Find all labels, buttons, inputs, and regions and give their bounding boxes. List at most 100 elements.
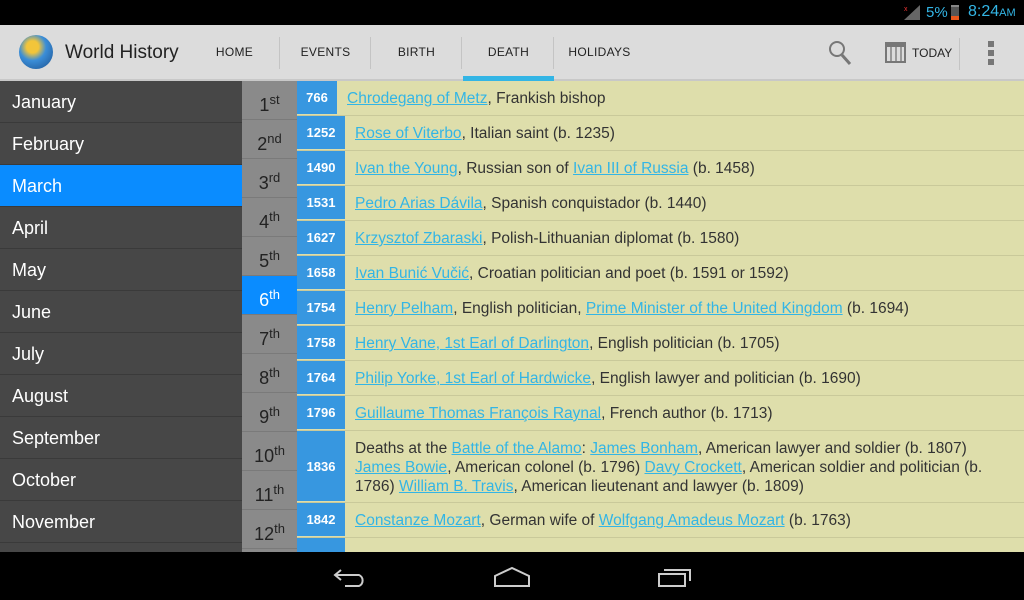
entry-link[interactable]: Wolfgang Amadeus Mozart (599, 512, 785, 529)
day-suffix: th (269, 248, 280, 263)
entry-link[interactable]: Ivan III of Russia (573, 160, 688, 177)
year-badge: 1836 (297, 431, 345, 502)
entry-text-segment: Deaths at the (355, 440, 452, 457)
month-item[interactable]: February (0, 123, 242, 165)
year-badge: 1531 (297, 186, 345, 220)
month-item[interactable]: January (0, 81, 242, 123)
month-item[interactable]: May (0, 249, 242, 291)
entry-link[interactable]: Pedro Arias Dávila (355, 195, 483, 212)
tab-holidays[interactable]: HOLIDAYS (554, 25, 645, 80)
entry-text-segment: , English politician (b. 1705) (589, 335, 780, 352)
death-list[interactable]: 766 Chrodegang of Metz, Frankish bishop 12… (297, 81, 1024, 552)
entry-text: Constanze Mozart, German wife of Wolfgan… (355, 511, 1004, 530)
recent-apps-icon[interactable] (657, 566, 693, 588)
entry-link[interactable]: Chrodegang of Metz (347, 90, 487, 107)
entry-link[interactable]: James Bonham (590, 440, 698, 457)
entry-text-segment: (b. 1694) (842, 300, 909, 317)
entry-link[interactable]: Henry Vane, 1st Earl of Darlington (355, 335, 589, 352)
entry-text-segment: (b. 1458) (688, 160, 755, 177)
entry-link[interactable]: Ivan the Young (355, 160, 458, 177)
list-item: 1490 Ivan the Young, Russian son of Ivan … (297, 151, 1024, 186)
year-badge (297, 538, 345, 552)
day-item[interactable]: 9th (242, 393, 297, 432)
tab-death[interactable]: DEATH (463, 25, 554, 81)
day-item[interactable]: 2nd (242, 120, 297, 159)
month-item[interactable]: November (0, 501, 242, 543)
day-number: 5 (259, 251, 270, 271)
entry-link[interactable]: Krzysztof Zbaraski (355, 230, 482, 247)
day-item[interactable]: 3rd (242, 159, 297, 198)
entry-link[interactable]: Constanze Mozart (355, 512, 481, 529)
day-suffix: th (273, 482, 285, 497)
entry-link[interactable]: Rose of Viterbo (355, 125, 462, 142)
overflow-menu-icon[interactable] (988, 41, 994, 68)
clock: 8:24AM (968, 3, 1016, 21)
status-bar: x 5% 8:24AM (0, 0, 1024, 25)
list-item: 1531 Pedro Arias Dávila, Spanish conquist… (297, 186, 1024, 221)
home-icon[interactable] (493, 566, 531, 588)
day-suffix: th (274, 443, 285, 458)
list-item: 1627 Krzysztof Zbaraski, Polish-Lithuania… (297, 221, 1024, 256)
entry-text-segment: , American lawyer and soldier (b. 1807) (697, 440, 967, 457)
app-title: World History (65, 42, 179, 63)
month-item[interactable]: March (0, 165, 242, 207)
entry-text: Henry Vane, 1st Earl of Darlington, Engl… (355, 334, 1004, 353)
day-item[interactable]: 10th (242, 432, 297, 471)
day-item[interactable]: 7th (242, 315, 297, 354)
day-item[interactable]: 6th (242, 276, 297, 315)
year-badge: 1758 (297, 326, 345, 360)
day-number: 6 (259, 290, 270, 310)
entry-link[interactable]: James Bowie (355, 459, 447, 476)
entry-link[interactable]: Davy Crockett (645, 459, 742, 476)
battery-percent: 5% (926, 4, 948, 21)
month-item[interactable]: August (0, 375, 242, 417)
month-item[interactable]: September (0, 417, 242, 459)
back-icon[interactable] (333, 566, 367, 588)
entry-text: Chrodegang of Metz, Frankish bishop (347, 89, 1004, 108)
action-bar: World History HOME EVENTS BIRTH DEATH HO… (0, 25, 1024, 81)
day-item[interactable]: 8th (242, 354, 297, 393)
search-icon[interactable] (828, 40, 852, 66)
entry-text: Philip Yorke, 1st Earl of Hardwicke, Eng… (355, 369, 1004, 388)
entry-text: Krzysztof Zbaraski, Polish-Lithuanian di… (355, 229, 1004, 248)
day-item[interactable]: 5th (242, 237, 297, 276)
list-item-partial (297, 538, 1024, 552)
day-item[interactable]: 12th (242, 510, 297, 549)
list-item: 1758 Henry Vane, 1st Earl of Darlington, … (297, 326, 1024, 361)
svg-text:x: x (904, 6, 908, 13)
entry-text: Rose of Viterbo, Italian saint (b. 1235) (355, 124, 1004, 143)
day-item[interactable]: 1st (242, 81, 297, 120)
app-logo-icon[interactable] (19, 35, 53, 69)
tab-birth[interactable]: BIRTH (371, 25, 462, 80)
month-item[interactable]: April (0, 207, 242, 249)
day-suffix: rd (268, 170, 281, 185)
entry-link[interactable]: Battle of the Alamo (452, 440, 582, 457)
entry-link[interactable]: Philip Yorke, 1st Earl of Hardwicke (355, 370, 591, 387)
day-suffix: th (269, 209, 280, 224)
list-item: 1754 Henry Pelham, English politician, Pr… (297, 291, 1024, 326)
day-number: 7 (259, 329, 270, 349)
month-item[interactable]: June (0, 291, 242, 333)
day-list[interactable]: 1st 2nd 3rd 4th 5th 6th 7th 8th 9th 10th 11th 12th (242, 81, 297, 552)
day-item[interactable]: 11th (242, 471, 297, 510)
today-button[interactable]: TODAY (885, 41, 952, 65)
day-suffix: th (269, 404, 280, 419)
entry-text-segment: , American colonel (b. 1796) (447, 459, 645, 476)
entry-link[interactable]: Henry Pelham (355, 300, 453, 317)
month-item[interactable]: July (0, 333, 242, 375)
list-item: 1252 Rose of Viterbo, Italian saint (b. 1… (297, 116, 1024, 151)
entry-link[interactable]: William B. Travis (399, 478, 514, 495)
entry-link[interactable]: Guillaume Thomas François Raynal (355, 405, 601, 422)
entry-text-segment: , Frankish bishop (487, 90, 606, 107)
month-item[interactable]: October (0, 459, 242, 501)
today-label: TODAY (912, 46, 953, 60)
list-item: 1842 Constanze Mozart, German wife of Wol… (297, 503, 1024, 538)
list-item: 1658 Ivan Bunić Vučić, Croatian politicia… (297, 256, 1024, 291)
month-list[interactable]: January February March April May June July Augu… (0, 81, 242, 552)
day-item[interactable]: 4th (242, 198, 297, 237)
tab-home[interactable]: HOME (189, 25, 280, 80)
entry-link[interactable]: Ivan Bunić Vučić (355, 265, 469, 282)
calendar-icon (885, 42, 906, 63)
entry-link[interactable]: Prime Minister of the United Kingdom (586, 300, 843, 317)
tab-events[interactable]: EVENTS (280, 25, 371, 80)
